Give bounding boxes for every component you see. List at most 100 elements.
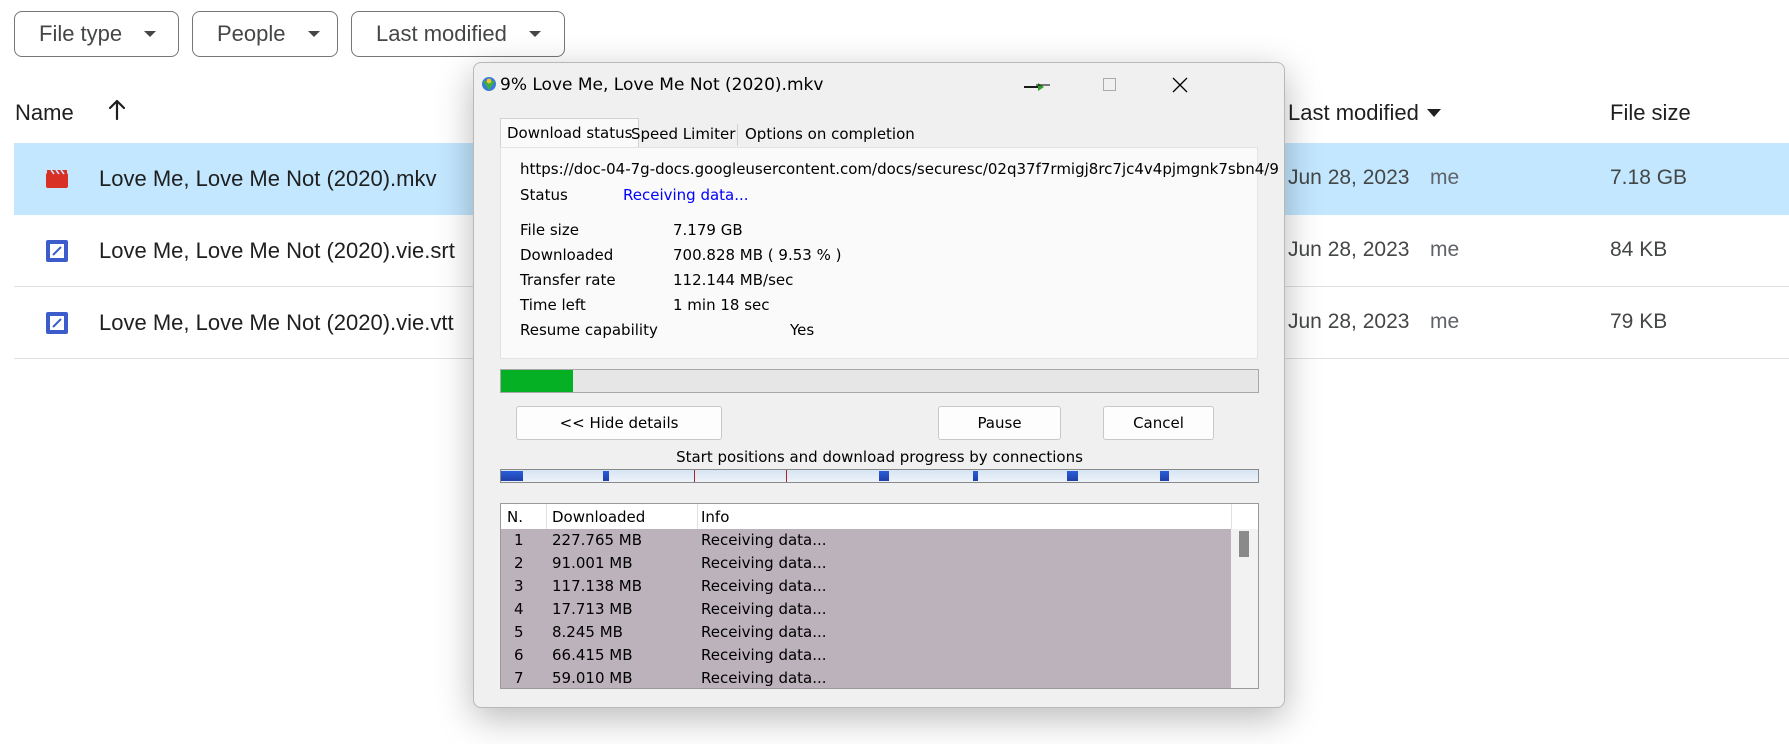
dialog-title: 9% Love Me, Love Me Not (2020).mkv (500, 75, 824, 95)
connection-marker (786, 470, 787, 482)
connection-segment (501, 471, 523, 481)
title-bar[interactable]: 9% Love Me, Love Me Not (2020).mkv (474, 63, 1284, 107)
connection-segment (603, 471, 609, 481)
detail-value: 7.179 GB (673, 221, 743, 239)
column-header-info[interactable]: Info (701, 508, 729, 526)
hide-details-button[interactable]: << Hide details (516, 406, 722, 440)
cancel-button[interactable]: Cancel (1103, 406, 1214, 440)
maximize-button[interactable] (1077, 63, 1143, 107)
row-info: Receiving data... (701, 669, 827, 687)
close-icon (1172, 77, 1188, 93)
status-value: Receiving data... (623, 186, 749, 204)
column-divider (1231, 504, 1232, 529)
vertical-scrollbar[interactable] (1231, 529, 1258, 688)
row-downloaded: 227.765 MB (552, 531, 643, 549)
sort-ascending-icon[interactable] (105, 98, 129, 122)
connection-segment (1067, 471, 1078, 481)
filter-label: File type (39, 21, 123, 46)
table-row[interactable]: 6 66.415 MB Receiving data... (501, 644, 1231, 667)
row-info: Receiving data... (701, 646, 827, 664)
column-header-n[interactable]: N. (507, 508, 523, 526)
connection-marker (694, 470, 695, 482)
file-size: 84 KB (1610, 238, 1668, 261)
tab-speed-limiter[interactable]: Speed Limiter (625, 122, 741, 148)
video-file-icon (46, 169, 68, 188)
row-downloaded: 17.713 MB (552, 600, 633, 618)
file-name: Love Me, Love Me Not (2020).vie.srt (99, 238, 455, 263)
detail-label: Downloaded (520, 246, 614, 264)
table-row[interactable]: 2 91.001 MB Receiving data... (501, 552, 1231, 575)
resume-value: Yes (790, 321, 815, 339)
connection-segment (1160, 471, 1169, 481)
file-size: 79 KB (1610, 310, 1668, 333)
row-downloaded: 8.245 MB (552, 623, 623, 641)
column-divider (697, 504, 698, 529)
table-body: 1 227.765 MB Receiving data... 2 91.001 … (501, 529, 1231, 688)
file-owner: me (1430, 310, 1460, 333)
detail-value: 1 min 18 sec (673, 296, 770, 314)
chevron-down-icon (528, 31, 541, 37)
filter-people[interactable]: People (192, 11, 338, 57)
row-number: 1 (514, 531, 524, 549)
filter-last-modified[interactable]: Last modified (351, 11, 565, 57)
minimize-button[interactable] (1010, 63, 1076, 107)
table-row[interactable]: 7 59.010 MB Receiving data... (501, 667, 1231, 688)
table-row[interactable]: 1 227.765 MB Receiving data... (501, 529, 1231, 552)
progress-fill (501, 370, 574, 392)
download-dialog: 9% Love Me, Love Me Not (2020).mkv Downl… (473, 62, 1285, 708)
detail-value: 700.828 MB ( 9.53 % ) (673, 246, 842, 264)
connections-table[interactable]: N. Downloaded Info 1 227.765 MB Receivin… (500, 503, 1259, 689)
close-button[interactable] (1147, 63, 1213, 107)
column-header-label: Last modified (1288, 100, 1419, 125)
download-manager-icon (482, 77, 496, 91)
row-info: Receiving data... (701, 600, 827, 618)
minimize-icon (1036, 84, 1050, 86)
file-date: Jun 28, 2023 (1288, 166, 1410, 189)
connection-segment (973, 471, 978, 481)
table-row[interactable]: 5 8.245 MB Receiving data... (501, 621, 1231, 644)
row-number: 7 (514, 669, 524, 687)
row-downloaded: 59.010 MB (552, 669, 633, 687)
row-number: 2 (514, 554, 524, 572)
row-info: Receiving data... (701, 531, 827, 549)
connections-title: Start positions and download progress by… (676, 448, 1083, 466)
row-number: 4 (514, 600, 524, 618)
table-row[interactable]: 3 117.138 MB Receiving data... (501, 575, 1231, 598)
row-number: 6 (514, 646, 524, 664)
row-info: Receiving data... (701, 554, 827, 572)
detail-label: Time left (520, 296, 586, 314)
connection-segment (879, 471, 889, 481)
status-label: Status (520, 186, 568, 204)
pause-button[interactable]: Pause (938, 406, 1061, 440)
column-divider (546, 504, 547, 529)
connections-progress-bar (500, 469, 1259, 483)
file-name: Love Me, Love Me Not (2020).mkv (99, 166, 437, 191)
detail-label: Transfer rate (520, 271, 616, 289)
table-header: N. Downloaded Info (501, 504, 1258, 530)
status-panel: https://doc-04-7g-docs.googleusercontent… (500, 147, 1279, 359)
row-downloaded: 117.138 MB (552, 577, 643, 595)
file-owner: me (1430, 238, 1460, 261)
row-number: 3 (514, 577, 524, 595)
download-progress-bar (500, 369, 1259, 393)
file-owner: me (1430, 166, 1460, 189)
column-header-downloaded[interactable]: Downloaded (552, 508, 645, 526)
filter-label: People (217, 21, 286, 46)
column-header-file-size[interactable]: File size (1610, 100, 1691, 126)
download-url: https://doc-04-7g-docs.googleusercontent… (520, 160, 1279, 178)
sort-descending-icon (1426, 109, 1441, 117)
file-date: Jun 28, 2023 (1288, 238, 1410, 261)
document-file-icon (46, 240, 68, 262)
row-number: 5 (514, 623, 524, 641)
tab-options-on-completion[interactable]: Options on completion (739, 122, 921, 148)
chevron-down-icon (144, 31, 157, 37)
filter-file-type[interactable]: File type (14, 11, 179, 57)
column-header-last-modified[interactable]: Last modified (1288, 100, 1441, 126)
row-info: Receiving data... (701, 623, 827, 641)
document-file-icon (46, 312, 68, 334)
table-row[interactable]: 4 17.713 MB Receiving data... (501, 598, 1231, 621)
tab-download-status[interactable]: Download status (500, 118, 640, 149)
row-downloaded: 91.001 MB (552, 554, 633, 572)
column-header-name[interactable]: Name (15, 100, 74, 126)
scrollbar-thumb[interactable] (1239, 531, 1249, 557)
